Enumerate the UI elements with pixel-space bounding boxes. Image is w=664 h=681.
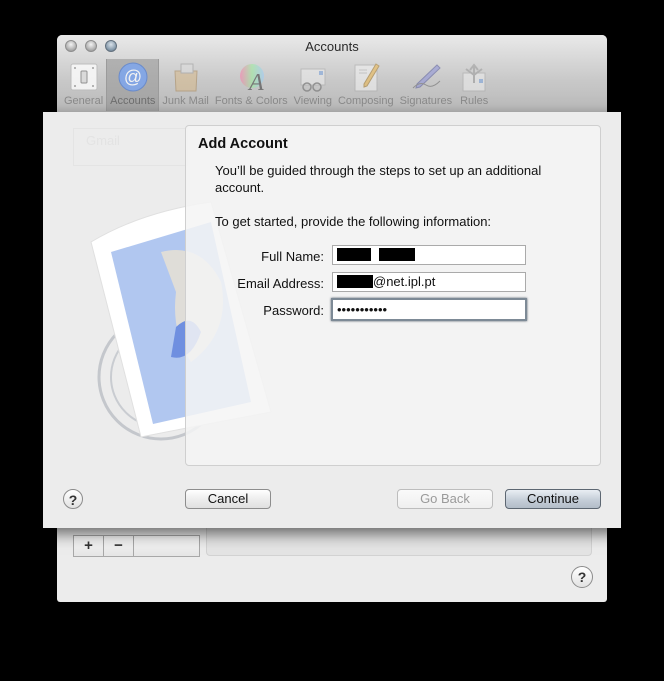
- password-field[interactable]: •••••••••••: [331, 298, 527, 321]
- remove-account-button[interactable]: −: [104, 536, 134, 556]
- toolbar-label: Viewing: [293, 95, 332, 107]
- toolbar-item-composing[interactable]: Composing: [335, 59, 397, 111]
- light-switch-icon: [68, 61, 100, 93]
- fountain-pen-icon: [410, 61, 442, 93]
- redacted-text: [378, 248, 415, 261]
- toolbar-label: Composing: [337, 95, 394, 107]
- svg-text:@: @: [124, 67, 142, 87]
- redacted-text: [337, 275, 373, 288]
- svg-text:A: A: [247, 70, 264, 93]
- toolbar-label: Rules: [460, 95, 489, 107]
- glasses-envelope-icon: [297, 61, 329, 93]
- toolbar-label: Accounts: [110, 95, 156, 107]
- email-label: Email Address:: [237, 276, 324, 291]
- go-back-button[interactable]: Go Back: [397, 489, 493, 509]
- toolbar-item-general[interactable]: General: [61, 59, 106, 111]
- pencil-paper-icon: [350, 61, 382, 93]
- at-sign-icon: @: [117, 61, 149, 93]
- cancel-button[interactable]: Cancel: [185, 489, 271, 509]
- toolbar-item-accounts[interactable]: @ Accounts: [106, 59, 160, 111]
- toolbar-label: Signatures: [399, 95, 453, 107]
- password-label: Password:: [263, 303, 324, 318]
- junk-bag-icon: [170, 61, 202, 93]
- toolbar-label: Junk Mail: [162, 95, 209, 107]
- instruction-text: To get started, provide the following in…: [215, 214, 492, 229]
- full-name-label: Full Name:: [261, 249, 324, 264]
- toolbar-item-rules[interactable]: Rules: [455, 59, 493, 111]
- title-bar: Accounts General @ Accounts Junk Mail A …: [57, 35, 607, 113]
- sheet-help-button[interactable]: ?: [63, 489, 83, 509]
- toolbar-label: Fonts & Colors: [214, 95, 288, 107]
- help-button[interactable]: ?: [571, 566, 593, 588]
- email-domain: @net.ipl.pt: [373, 274, 436, 289]
- toolbar-item-viewing[interactable]: Viewing: [291, 59, 335, 111]
- redacted-text: [337, 248, 371, 261]
- gmail-account-ghost: Gmail: [86, 133, 120, 148]
- continue-button[interactable]: Continue: [505, 489, 601, 509]
- intro-text: You’ll be guided through the steps to se…: [215, 163, 542, 195]
- toolbar-item-signatures[interactable]: Signatures: [397, 59, 456, 111]
- account-list-controls: + −: [73, 535, 200, 557]
- arrows-envelope-icon: [458, 61, 490, 93]
- account-list-ghost: Gmail: [73, 128, 188, 166]
- toolbar-item-junk-mail[interactable]: Junk Mail: [159, 59, 211, 111]
- toolbar-item-fonts-colors[interactable]: A Fonts & Colors: [212, 59, 291, 111]
- add-account-button[interactable]: +: [74, 536, 104, 556]
- toolbar: General @ Accounts Junk Mail A Fonts & C…: [61, 59, 493, 111]
- font-color-wheel-icon: A: [235, 61, 267, 96]
- toolbar-label: General: [64, 95, 104, 107]
- window-title: Accounts: [305, 39, 359, 54]
- sheet-heading: Add Account: [198, 136, 288, 152]
- email-field[interactable]: @net.ipl.pt: [332, 272, 526, 292]
- add-account-sheet: Gmail Add Account You’ll be guided throu…: [43, 112, 621, 528]
- full-name-field[interactable]: [332, 245, 526, 265]
